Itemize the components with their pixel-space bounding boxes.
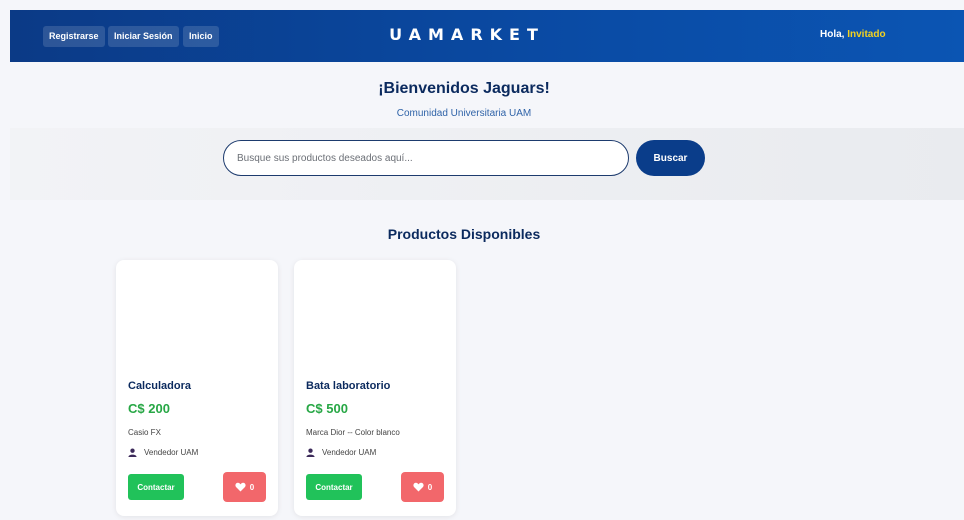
product-price: C$ 500 [306, 401, 348, 416]
heart-icon [235, 482, 246, 492]
person-icon [128, 448, 137, 457]
like-count: 0 [249, 482, 255, 492]
product-card: Calculadora C$ 200 Casio FX Vendedor UAM… [116, 260, 278, 516]
product-card: Bata laboratorio C$ 500 Marca Dior -- Co… [294, 260, 456, 516]
product-seller: Vendedor UAM [128, 448, 198, 457]
like-count: 0 [427, 482, 433, 492]
brand-logo: UAMARKET [389, 25, 545, 44]
greeting-prefix: Hola, [820, 29, 845, 40]
product-title: Calculadora [128, 380, 191, 392]
register-button[interactable]: Registrarse [43, 26, 105, 47]
welcome-title: ¡Bienvenidos Jaguars! [378, 80, 550, 97]
product-price: C$ 200 [128, 401, 170, 416]
search-button[interactable]: Buscar [636, 140, 705, 176]
contact-button[interactable]: Contactar [306, 474, 362, 500]
product-description: Casio FX [128, 428, 161, 437]
greeting-user: Invitado [847, 29, 886, 40]
product-seller: Vendedor UAM [306, 448, 376, 457]
user-greeting: Hola, Invitado [820, 29, 886, 40]
home-button[interactable]: Inicio [183, 26, 219, 47]
product-image [294, 260, 456, 370]
seller-name: Vendedor UAM [144, 448, 199, 457]
like-button[interactable]: 0 [401, 472, 444, 502]
heart-icon [413, 482, 424, 492]
product-title: Bata laboratorio [306, 380, 391, 392]
product-image [116, 260, 278, 370]
like-button[interactable]: 0 [223, 472, 266, 502]
person-icon [306, 448, 315, 457]
login-button[interactable]: Iniciar Sesión [108, 26, 179, 47]
products-section-title: Productos Disponibles [387, 226, 541, 242]
welcome-subtitle: Comunidad Universitaria UAM [396, 108, 532, 119]
search-input[interactable] [223, 140, 629, 176]
contact-button[interactable]: Contactar [128, 474, 184, 500]
header-bar: Registrarse Iniciar Sesión Inicio UAMARK… [10, 10, 964, 62]
seller-name: Vendedor UAM [322, 448, 377, 457]
product-description: Marca Dior -- Color blanco [306, 428, 400, 437]
